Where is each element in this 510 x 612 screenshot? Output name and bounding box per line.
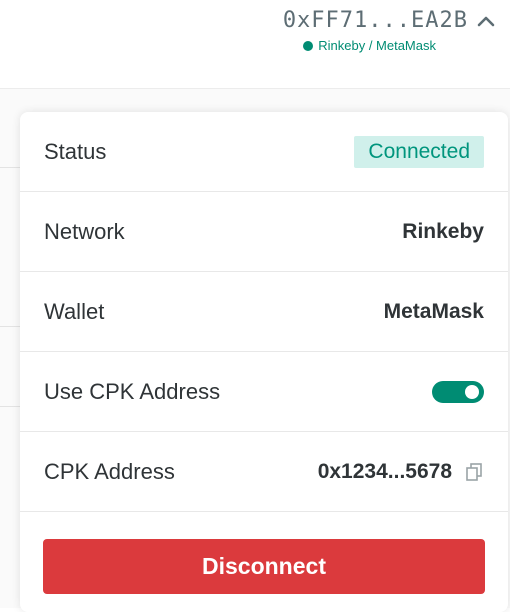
background-divider xyxy=(0,326,22,327)
status-row: Status Connected xyxy=(20,112,508,192)
disconnect-button[interactable]: Disconnect xyxy=(43,539,485,594)
network-label: Network xyxy=(44,218,125,244)
cpk-address-row: CPK Address 0x1234...5678 xyxy=(20,432,508,512)
chevron-up-icon[interactable] xyxy=(474,9,498,33)
network-provider-label: Rinkeby / MetaMask xyxy=(318,38,436,53)
cpk-address-value: 0x1234...5678 xyxy=(317,459,452,483)
account-info: 0xFF71...EA2B Rinkeby / MetaMask xyxy=(283,6,468,54)
status-label: Status xyxy=(44,138,107,164)
status-dot-icon xyxy=(303,41,314,51)
network-status: Rinkeby / MetaMask xyxy=(303,38,436,54)
use-cpk-label: Use CPK Address xyxy=(44,378,221,404)
cpk-address-group: 0x1234...5678 xyxy=(318,460,484,484)
wallet-label: Wallet xyxy=(44,298,105,324)
cpk-address-label: CPK Address xyxy=(44,458,175,484)
account-details-popover: Status Connected Network Rinkeby Wallet … xyxy=(20,112,508,612)
background-divider xyxy=(0,167,22,168)
copy-icon[interactable] xyxy=(464,462,484,482)
account-header[interactable]: 0xFF71...EA2B Rinkeby / MetaMask xyxy=(283,6,498,68)
network-value: Rinkeby xyxy=(402,219,484,243)
wallet-row: Wallet MetaMask xyxy=(20,272,508,352)
use-cpk-toggle[interactable] xyxy=(432,380,484,403)
status-badge: Connected xyxy=(354,135,484,168)
wallet-value: MetaMask xyxy=(383,299,484,323)
wallet-address: 0xFF71...EA2B xyxy=(282,8,468,33)
background-divider xyxy=(0,406,22,407)
network-row: Network Rinkeby xyxy=(20,192,508,272)
toggle-knob xyxy=(465,384,479,399)
use-cpk-row: Use CPK Address xyxy=(20,352,508,432)
